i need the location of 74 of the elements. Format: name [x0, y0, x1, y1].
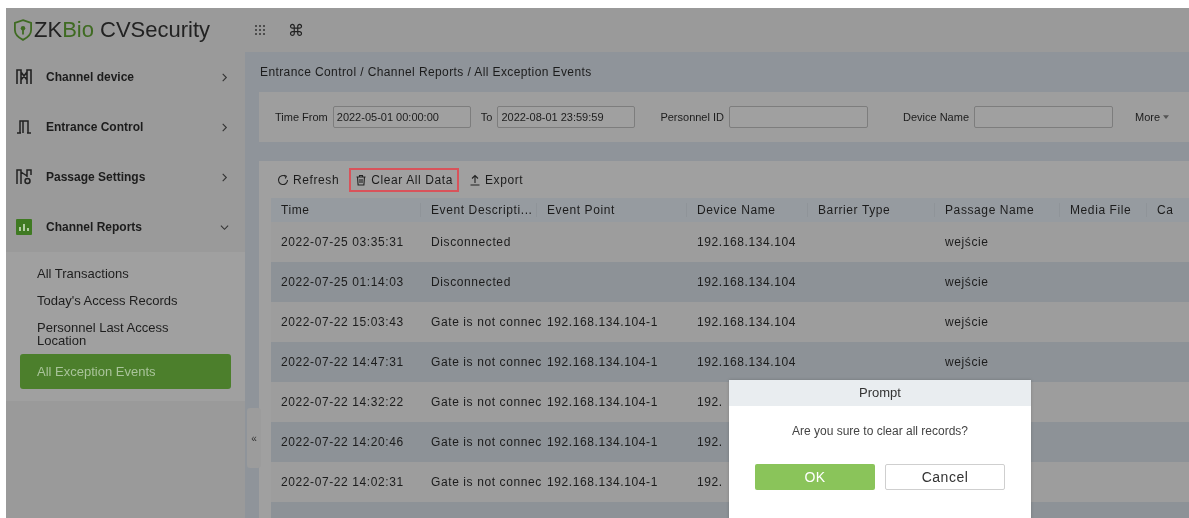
- table-cell: 2022-07-22 14:47:31: [281, 355, 404, 369]
- table-cell: 192.: [697, 435, 723, 449]
- table-cell: 2022-07-22 14:20:46: [281, 435, 404, 449]
- input-field[interactable]: [729, 106, 868, 128]
- table-cell: 2022-07-25 01:14:03: [281, 275, 404, 289]
- table-cell: wejście: [945, 355, 989, 369]
- table-cell: Gate is not connec: [431, 395, 542, 409]
- toolbar-button[interactable]: Export: [463, 168, 530, 192]
- door-icon: [16, 119, 32, 135]
- dialog-message: Are you sure to clear all records?: [790, 424, 970, 438]
- upload-icon: [469, 174, 481, 186]
- refresh-icon: [277, 174, 289, 186]
- table-cell: 192.168.134.104: [697, 235, 797, 249]
- table-cell: 2022-07-22 14:32:22: [281, 395, 404, 409]
- submenu-item[interactable]: Personnel Last Access Location: [20, 314, 231, 354]
- input-field[interactable]: 2022-05-01 00:00:00: [332, 106, 471, 128]
- column-header[interactable]: Time: [271, 203, 421, 217]
- column-header[interactable]: Barrier Type: [808, 203, 935, 217]
- filter-label: Time From: [275, 111, 328, 123]
- submenu-item[interactable]: All Transactions: [20, 260, 231, 287]
- menu-item[interactable]: Passage Settings: [6, 152, 245, 202]
- breadcrumb: Entrance Control / Channel Reports / All Exception Events: [259, 64, 593, 81]
- toolbar-button[interactable]: Clear All Data: [349, 168, 459, 192]
- table-cell: 192.168.134.104-1: [547, 395, 658, 409]
- submenu-item[interactable]: Today's Access Records: [20, 287, 231, 314]
- filter-label: Personnel ID: [660, 111, 724, 123]
- table-cell: Gate is not connec: [431, 435, 542, 449]
- toolbar-button[interactable]: Refresh: [271, 168, 346, 192]
- table-cell: Disconnected: [431, 235, 511, 249]
- table-cell: 192.: [697, 395, 723, 409]
- table-cell: 192.168.134.104-1: [547, 315, 658, 329]
- filter-label: Device Name: [903, 111, 969, 123]
- logo-text: ZKBio CVSecurity: [34, 17, 211, 43]
- column-header[interactable]: Event Descripti...: [421, 203, 537, 217]
- table-cell: Gate is not connec: [431, 475, 542, 489]
- menu-item[interactable]: Entrance Control: [6, 102, 245, 152]
- menu-item[interactable]: Channel Reports: [6, 202, 245, 252]
- table-cell: 192.168.134.104: [697, 355, 797, 369]
- shortcut-icon[interactable]: ⌘: [288, 20, 304, 40]
- column-header[interactable]: Media File: [1060, 203, 1147, 217]
- table-cell: 192.168.134.104-1: [547, 435, 658, 449]
- input-field[interactable]: 2022-08-01 23:59:59: [497, 106, 636, 128]
- chart-icon: [16, 219, 32, 235]
- table-cell: 192.: [697, 475, 723, 489]
- table-cell: 192.168.134.104: [697, 275, 797, 289]
- shield-icon: [14, 19, 32, 41]
- table-cell: 2022-07-22 15:03:43: [281, 315, 404, 329]
- table-cell: 192.168.134.104-1: [547, 475, 658, 489]
- input-field[interactable]: [974, 106, 1113, 128]
- cancel-button[interactable]: Cancel: [885, 464, 1005, 490]
- column-header[interactable]: Device Name: [687, 203, 808, 217]
- table-cell: 192.168.134.104: [697, 315, 797, 329]
- more-button[interactable]: More: [1135, 111, 1161, 123]
- table-cell: 2022-07-25 03:35:31: [281, 235, 404, 249]
- table-cell: Disconnected: [431, 275, 511, 289]
- table-cell: wejście: [945, 275, 989, 289]
- table-cell: 2022-07-22 14:02:31: [281, 475, 404, 489]
- column-header[interactable]: Ca: [1147, 203, 1189, 217]
- menu-item[interactable]: Channel device: [6, 52, 245, 102]
- apps-grid-icon[interactable]: [254, 24, 266, 36]
- table-cell: wejście: [945, 315, 989, 329]
- dialog-title: Prompt: [729, 380, 1031, 406]
- trash-icon: [355, 174, 368, 186]
- table-cell: wejście: [945, 235, 989, 249]
- column-header[interactable]: Event Point: [537, 203, 687, 217]
- collapse-handle[interactable]: «: [247, 408, 261, 468]
- gate-gear-icon: [16, 169, 32, 185]
- table-cell: 192.168.134.104-1: [547, 355, 658, 369]
- gate-icon: [16, 69, 32, 85]
- table-cell: Gate is not connec: [431, 315, 542, 329]
- caret-icon: [1163, 115, 1170, 119]
- column-header[interactable]: Passage Name: [935, 203, 1060, 217]
- filter-label: To: [480, 111, 493, 123]
- table-cell: Gate is not connec: [431, 355, 542, 369]
